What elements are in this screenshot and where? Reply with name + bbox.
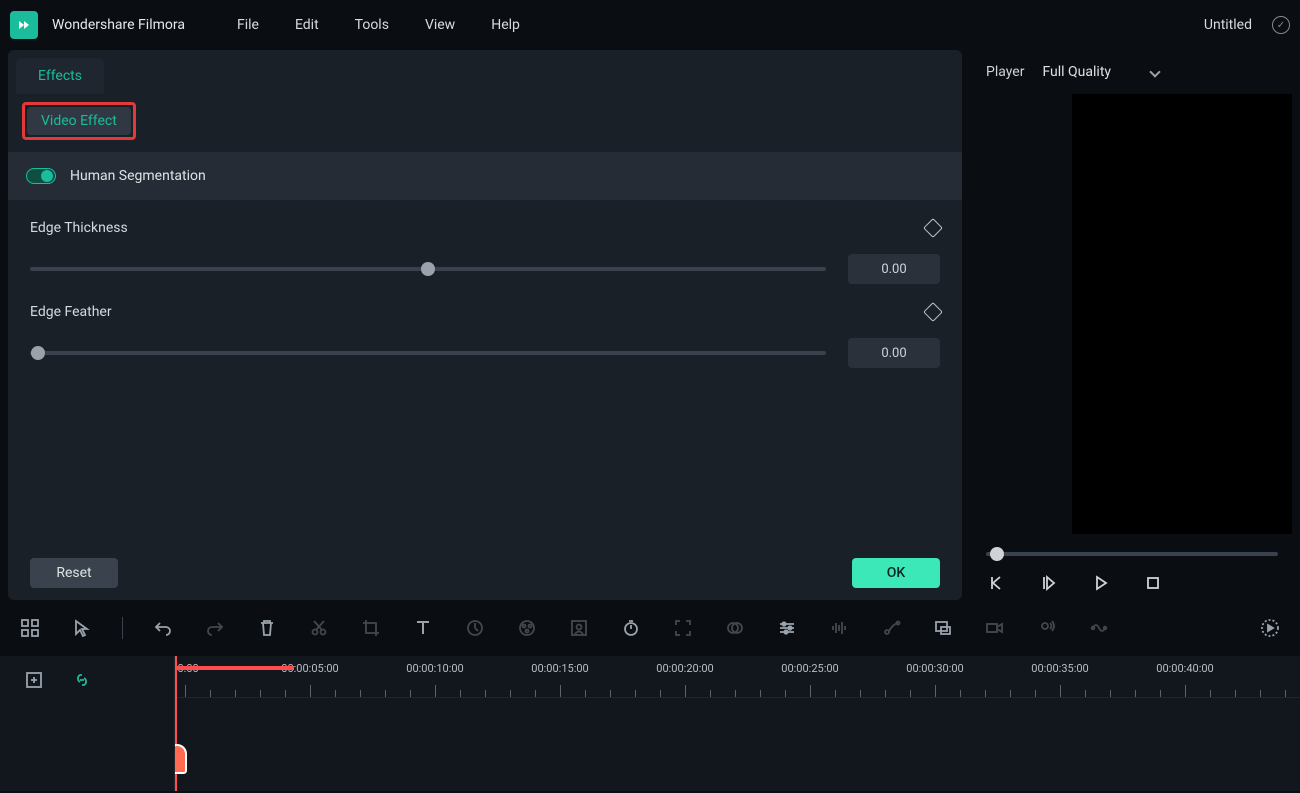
quality-select[interactable]: Full Quality <box>1042 64 1159 80</box>
voiceover-icon[interactable] <box>1035 616 1059 640</box>
timeline: 00:0000:00:05:0000:00:10:0000:00:15:0000… <box>0 656 1300 791</box>
audio-mix-icon[interactable] <box>1087 616 1111 640</box>
timeline-toolbar <box>0 600 1300 656</box>
menu-help[interactable]: Help <box>477 13 534 37</box>
render-icon[interactable] <box>1258 616 1282 640</box>
crop-zoom-icon[interactable] <box>671 616 695 640</box>
divider <box>122 617 123 639</box>
edge-feather-label: Edge Feather <box>30 304 112 320</box>
ruler-label: 00:00:30:00 <box>906 662 963 675</box>
preview-canvas[interactable] <box>1072 94 1292 534</box>
ruler-label: 00:00:35:00 <box>1031 662 1088 675</box>
cursor-icon[interactable] <box>70 616 94 640</box>
play-icon[interactable] <box>1090 572 1112 594</box>
edge-thickness-value[interactable]: 0.00 <box>848 254 940 284</box>
undo-icon[interactable] <box>151 616 175 640</box>
layout-icon[interactable] <box>18 616 42 640</box>
menu-tools[interactable]: Tools <box>341 13 403 37</box>
play-next-icon[interactable] <box>1038 572 1060 594</box>
edge-thickness-block: Edge Thickness 0.00 <box>8 200 962 284</box>
project-title: Untitled <box>1204 17 1252 33</box>
human-segmentation-label: Human Segmentation <box>70 168 206 184</box>
greenscreen-icon[interactable] <box>567 616 591 640</box>
timeline-tracks[interactable]: 00:0000:00:05:0000:00:10:0000:00:15:0000… <box>175 656 1300 791</box>
ruler-label: 00:00:25:00 <box>781 662 838 675</box>
video-effect-highlight: Video Effect <box>22 102 136 140</box>
scrub-bar[interactable] <box>986 552 1278 556</box>
link-icon[interactable] <box>70 668 94 692</box>
delete-icon[interactable] <box>255 616 279 640</box>
sync-status-icon[interactable]: ✓ <box>1272 16 1290 34</box>
audio-eq-icon[interactable] <box>827 616 851 640</box>
player-label: Player <box>986 64 1024 80</box>
human-segmentation-toggle[interactable] <box>26 168 56 184</box>
app-logo <box>10 11 38 39</box>
color-icon[interactable] <box>515 616 539 640</box>
speed-icon[interactable] <box>463 616 487 640</box>
ruler-label: 00:00:10:00 <box>406 662 463 675</box>
ruler-label: 00:00:40:00 <box>1156 662 1213 675</box>
prev-frame-icon[interactable] <box>986 572 1008 594</box>
keyframe-icon[interactable] <box>923 302 943 322</box>
edge-thickness-slider[interactable] <box>30 267 826 271</box>
menu-edit[interactable]: Edit <box>281 13 333 37</box>
keyframe-icon[interactable] <box>923 218 943 238</box>
human-segmentation-row: Human Segmentation <box>8 152 962 200</box>
text-icon[interactable] <box>411 616 435 640</box>
effects-panel: Effects Video Effect Human Segmentation … <box>8 50 962 600</box>
chevron-down-icon <box>1149 66 1160 77</box>
menu-view[interactable]: View <box>411 13 469 37</box>
menu-file[interactable]: File <box>223 13 273 37</box>
mask-icon[interactable] <box>723 616 747 640</box>
timer-icon[interactable] <box>619 616 643 640</box>
ruler-label: 00:00:20:00 <box>656 662 713 675</box>
tab-effects[interactable]: Effects <box>16 58 104 94</box>
edge-thickness-label: Edge Thickness <box>30 220 128 236</box>
reset-button[interactable]: Reset <box>30 558 118 588</box>
edge-feather-slider[interactable] <box>30 351 826 355</box>
cut-icon[interactable] <box>307 616 331 640</box>
menubar: Wondershare Filmora File Edit Tools View… <box>0 0 1300 50</box>
app-title: Wondershare Filmora <box>52 17 185 33</box>
edge-feather-block: Edge Feather 0.00 <box>8 284 962 368</box>
crop-icon[interactable] <box>359 616 383 640</box>
subtitle-icon[interactable] <box>931 616 955 640</box>
video-effect-chip[interactable]: Video Effect <box>27 107 131 135</box>
quality-value: Full Quality <box>1042 64 1111 80</box>
stop-icon[interactable] <box>1142 572 1164 594</box>
ok-button[interactable]: OK <box>852 558 940 588</box>
record-icon[interactable] <box>983 616 1007 640</box>
keyframe-tool-icon[interactable] <box>879 616 903 640</box>
player-panel: Player Full Quality <box>972 50 1292 600</box>
ruler-label: 00:00:15:00 <box>531 662 588 675</box>
redo-icon[interactable] <box>203 616 227 640</box>
timeline-ruler[interactable]: 00:0000:00:05:0000:00:10:0000:00:15:0000… <box>175 656 1300 698</box>
edge-feather-value[interactable]: 0.00 <box>848 338 940 368</box>
adjust-icon[interactable] <box>775 616 799 640</box>
add-track-icon[interactable] <box>22 668 46 692</box>
clip-handle[interactable] <box>175 744 187 774</box>
